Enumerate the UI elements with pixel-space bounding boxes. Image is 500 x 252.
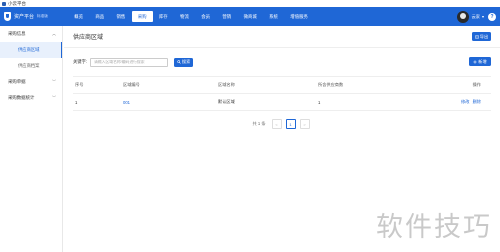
cell-region-code[interactable]: 001 <box>123 100 218 105</box>
add-button[interactable]: 新增 <box>469 57 491 66</box>
sidebar-item-label: 供应商区域 <box>18 47 40 52</box>
nav-item-marketing[interactable]: 营销 <box>216 11 237 22</box>
chevron-up-icon: ︿ <box>52 31 56 36</box>
chevron-down-icon: ﹀ <box>52 95 56 100</box>
nav-item-system[interactable]: 系统 <box>263 11 284 22</box>
user-name[interactable]: 云家 <box>472 14 480 20</box>
column-header-supplier-count: 所含供应商数 <box>318 82 344 87</box>
search-button-label: 搜索 <box>181 59 191 64</box>
column-header-name: 区域名称 <box>218 82 235 87</box>
page-header: 供应商区域 导出 <box>64 26 500 48</box>
sidebar-group-purchase-stats[interactable]: 采购数据统计 ﹀ <box>0 90 62 106</box>
cell-actions: 修改 删除 <box>433 99 491 105</box>
sidebar-item-label: 供应商档案 <box>18 63 40 68</box>
column-header-code: 区域编号 <box>123 82 140 87</box>
add-button-label: 新增 <box>478 58 487 64</box>
nav-item-micro-mall[interactable]: 微商城 <box>237 11 263 22</box>
window-title: 小云平台 <box>8 0 26 6</box>
sidebar-group-label: 采购数据统计 <box>8 95 35 100</box>
table-row: 1 001 默认区域 1 修改 删除 <box>73 94 491 111</box>
next-page-button[interactable]: > <box>299 119 310 129</box>
help-icon[interactable]: ? <box>488 12 496 21</box>
pagination-total: 共 1 条 <box>252 121 266 126</box>
chevron-down-icon: ﹀ <box>52 79 56 84</box>
nav-item-products[interactable]: 商品 <box>89 11 110 22</box>
export-button[interactable]: 导出 <box>472 32 491 41</box>
brand[interactable]: 资产平台 标准版 <box>0 12 68 21</box>
page-title: 供应商区域 <box>73 35 104 41</box>
top-navbar: 资产平台 标准版 概览 商品 销售 采购 库存 物流 会员 营销 微商城 系统 … <box>0 7 500 26</box>
page-number-button[interactable]: 1 <box>285 119 296 129</box>
column-header-actions: 操作 <box>472 82 481 87</box>
sidebar-group-purchase-info[interactable]: 采购信息 ︿ <box>0 26 62 42</box>
avatar[interactable] <box>456 10 469 23</box>
search-icon <box>177 60 181 64</box>
sidebar-group-purchase-docs[interactable]: 采购单据 ﹀ <box>0 74 62 90</box>
sidebar-group-label: 采购单据 <box>8 79 26 84</box>
search-button[interactable]: 搜索 <box>174 57 194 67</box>
pagination: 共 1 条 < 1 > <box>64 119 500 129</box>
sidebar-item-supplier-archive[interactable]: 供应商档案 <box>0 58 62 74</box>
nav-item-purchase[interactable]: 采购 <box>131 11 153 22</box>
search-label: 关键字: <box>73 59 88 64</box>
brand-name: 资产平台 <box>14 14 35 20</box>
search-input[interactable] <box>90 57 169 67</box>
nav-item-members[interactable]: 会员 <box>195 11 216 22</box>
edit-link[interactable]: 修改 <box>461 99 469 104</box>
cell-supplier-count: 1 <box>318 99 321 105</box>
chevron-down-icon[interactable]: ▾ <box>482 14 484 19</box>
search-row: 关键字: 搜索 新增 <box>64 48 500 76</box>
column-header-index: 序号 <box>75 82 84 87</box>
nav-item-sales[interactable]: 销售 <box>110 11 131 22</box>
sidebar: 采购信息 ︿ 供应商区域 供应商档案 采购单据 ﹀ 采购数据统计 ﹀ <box>0 26 63 252</box>
table-header-row: 序号 区域编号 区域名称 所含供应商数 操作 <box>73 77 491 94</box>
shield-logo-icon <box>4 12 11 21</box>
plus-icon <box>473 59 477 64</box>
window-titlebar: 小云平台 <box>0 0 500 7</box>
export-icon <box>474 35 479 38</box>
export-label: 导出 <box>479 33 489 39</box>
sidebar-group-label: 采购信息 <box>8 31 26 36</box>
nav-item-inventory[interactable]: 库存 <box>153 11 174 22</box>
sidebar-item-supplier-region[interactable]: 供应商区域 <box>0 42 62 58</box>
nav-item-overview[interactable]: 概览 <box>68 11 89 22</box>
brand-version: 标准版 <box>37 14 48 18</box>
region-table: 序号 区域编号 区域名称 所含供应商数 操作 1 001 默认区域 1 修改 删… <box>73 76 491 111</box>
cell-region-name: 默认区域 <box>218 99 235 104</box>
nav-item-value-added[interactable]: 增值服务 <box>284 11 314 22</box>
watermark: 软件技巧 <box>376 212 492 243</box>
app-icon <box>2 1 6 6</box>
cell-index: 1 <box>75 99 78 105</box>
user-area: 云家 ▾ ? <box>456 7 496 26</box>
prev-page-button[interactable]: < <box>271 119 282 129</box>
main-nav: 概览 商品 销售 采购 库存 物流 会员 营销 微商城 系统 增值服务 <box>68 7 314 26</box>
nav-item-logistics[interactable]: 物流 <box>174 11 195 22</box>
delete-link[interactable]: 删除 <box>473 99 481 104</box>
